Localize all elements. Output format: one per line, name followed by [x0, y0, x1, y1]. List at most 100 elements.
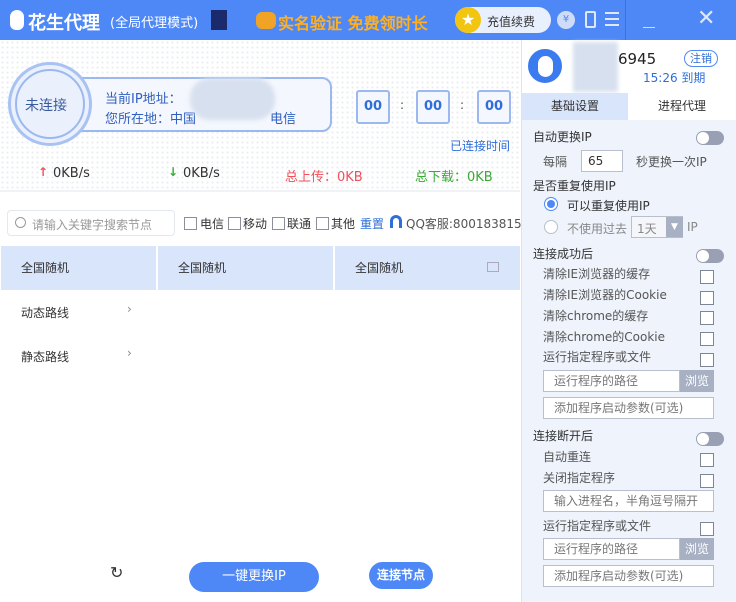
clear-chrome-cookie-label: 清除chrome的Cookie — [543, 330, 666, 344]
close-program-label: 关闭指定程序 — [543, 471, 616, 485]
isp-checkbox-other[interactable] — [316, 217, 329, 230]
interval-prefix: 每隔 — [543, 155, 568, 169]
clear-chrome-cache-checkbox[interactable] — [700, 311, 714, 325]
message-icon[interactable] — [487, 262, 499, 272]
download-speed: 0KB/s — [183, 166, 220, 181]
dropdown-arrow-icon: ▼ — [666, 217, 683, 237]
after-disconnect-toggle[interactable] — [696, 432, 724, 446]
interval-input[interactable]: 65 — [581, 150, 623, 172]
coins-icon — [256, 12, 276, 29]
ip-label: 当前IP地址： — [105, 92, 182, 107]
isp-checkbox-mobile[interactable] — [228, 217, 241, 230]
headset-icon — [390, 215, 402, 228]
tab-process-proxy[interactable]: 进程代理 — [628, 93, 736, 120]
route-static[interactable]: 静态路线 › — [0, 334, 156, 378]
upload-speed: 0KB/s — [53, 166, 90, 181]
program-path-2-input[interactable]: 运行程序的路径 — [543, 538, 680, 560]
tab-basic-settings[interactable]: 基础设置 — [522, 93, 628, 120]
run-program-2-label: 运行指定程序或文件 — [543, 519, 652, 533]
program-path-input[interactable]: 运行程序的路径 — [543, 370, 680, 392]
browse-2-button[interactable]: 浏览 — [680, 538, 714, 560]
app-name: 花生代理 — [28, 13, 100, 34]
qq-support: QQ客服:800183815 — [406, 217, 522, 231]
close-program-checkbox[interactable] — [700, 474, 714, 488]
isp-label-other: 其他 — [331, 217, 356, 231]
reuse-no-label: 不使用过去 — [567, 222, 628, 236]
expiry-date: 15:26 到期 — [643, 71, 706, 85]
program-args-2-input[interactable]: 添加程序启动参数(可选) — [543, 565, 714, 587]
timer-seconds: 00 — [477, 90, 511, 124]
account-redacted — [573, 42, 618, 92]
node-column-2[interactable]: 全国随机 — [158, 246, 333, 290]
reuse-period-select[interactable]: 1天 ▼ — [631, 216, 683, 238]
process-name-input[interactable]: 输入进程名，半角逗号隔开 — [543, 490, 714, 512]
after-connect-toggle[interactable] — [696, 249, 724, 263]
route-dynamic[interactable]: 动态路线 › — [0, 290, 156, 334]
change-ip-button[interactable]: 一键更换IP — [189, 562, 319, 592]
clear-ie-cookie-checkbox[interactable] — [700, 291, 714, 305]
auto-reconnect-label: 自动重连 — [543, 450, 592, 464]
timer-minutes: 00 — [416, 90, 450, 124]
mobile-icon[interactable] — [585, 11, 596, 28]
reuse-ip-suffix: IP — [687, 220, 698, 234]
logout-button[interactable]: 注销 — [684, 50, 718, 67]
route-label: 静态路线 — [21, 350, 70, 364]
reuse-label: 是否重复使用IP — [533, 179, 616, 193]
route-label: 动态路线 — [21, 306, 70, 320]
run-program-label: 运行指定程序或文件 — [543, 350, 652, 364]
location-label: 您所在地：中国 — [105, 112, 197, 127]
clear-chrome-cache-label: 清除chrome的缓存 — [543, 309, 649, 323]
timer-label: 已连接时间 — [450, 139, 511, 153]
reuse-yes-label: 可以重复使用IP — [567, 199, 650, 213]
reset-link[interactable]: 重置 — [360, 215, 384, 232]
upload-arrow-icon: ↑ — [38, 165, 49, 179]
connection-status-button[interactable]: 未连接 — [8, 62, 92, 146]
browse-button[interactable]: 浏览 — [680, 370, 714, 392]
search-placeholder: 请输入关键字搜索节点 — [32, 218, 153, 232]
minimize-button[interactable] — [643, 27, 655, 28]
reuse-no-radio[interactable] — [544, 220, 558, 234]
after-disconnect-label: 连接断开后 — [533, 429, 594, 443]
feedback-icon[interactable]: ¥ — [557, 11, 575, 29]
isp-checkbox-telecom[interactable] — [184, 217, 197, 230]
auto-change-toggle[interactable] — [696, 131, 724, 145]
recharge-button[interactable]: ★ 充值续费 — [455, 7, 551, 33]
connection-status: 未连接 — [25, 98, 67, 114]
account-id: 6945 — [618, 50, 657, 68]
node-column-1[interactable]: 全国随机 — [1, 246, 156, 290]
notice-icon[interactable] — [211, 10, 227, 30]
auto-change-label: 自动更换IP — [533, 130, 592, 144]
close-button[interactable]: ✕ — [697, 6, 715, 31]
menu-icon[interactable] — [605, 12, 619, 26]
after-connect-label: 连接成功后 — [533, 247, 594, 261]
isp-label-telecom: 电信 — [200, 217, 225, 231]
avatar — [528, 49, 562, 83]
interval-suffix: 秒更换一次IP — [636, 155, 707, 169]
run-program-2-checkbox[interactable] — [700, 522, 714, 536]
auto-reconnect-checkbox[interactable] — [700, 453, 714, 467]
run-program-checkbox[interactable] — [700, 353, 714, 367]
title-bar: 花生代理 (全局代理模式) 实名验证 免费领时长 ★ 充值续费 ¥ ✕ — [0, 0, 736, 40]
logo-icon — [10, 10, 24, 30]
isp-label-unicom: 联通 — [287, 217, 312, 231]
connect-node-button[interactable]: 连接节点 — [369, 562, 433, 589]
program-args-input[interactable]: 添加程序启动参数(可选) — [543, 397, 714, 419]
clear-ie-cookie-label: 清除IE浏览器的Cookie — [543, 288, 667, 302]
star-icon: ★ — [455, 7, 481, 33]
recharge-label: 充值续费 — [487, 15, 536, 29]
clear-ie-cache-label: 清除IE浏览器的缓存 — [543, 267, 651, 281]
location-isp: 电信 — [270, 112, 297, 127]
chevron-right-icon: › — [127, 346, 132, 360]
isp-checkbox-unicom[interactable] — [272, 217, 285, 230]
timer-hours: 00 — [356, 90, 390, 124]
reuse-yes-radio[interactable] — [544, 197, 558, 211]
download-arrow-icon: ↓ — [168, 165, 179, 179]
search-icon — [15, 217, 26, 228]
reuse-period-value: 1天 — [637, 222, 657, 236]
node-search-input[interactable]: 请输入关键字搜索节点 — [7, 210, 175, 236]
refresh-icon[interactable]: ↻ — [110, 563, 123, 582]
clear-ie-cache-checkbox[interactable] — [700, 270, 714, 284]
promo-link[interactable]: 实名验证 免费领时长 — [278, 10, 428, 34]
ip-redacted — [190, 78, 275, 120]
clear-chrome-cookie-checkbox[interactable] — [700, 332, 714, 346]
